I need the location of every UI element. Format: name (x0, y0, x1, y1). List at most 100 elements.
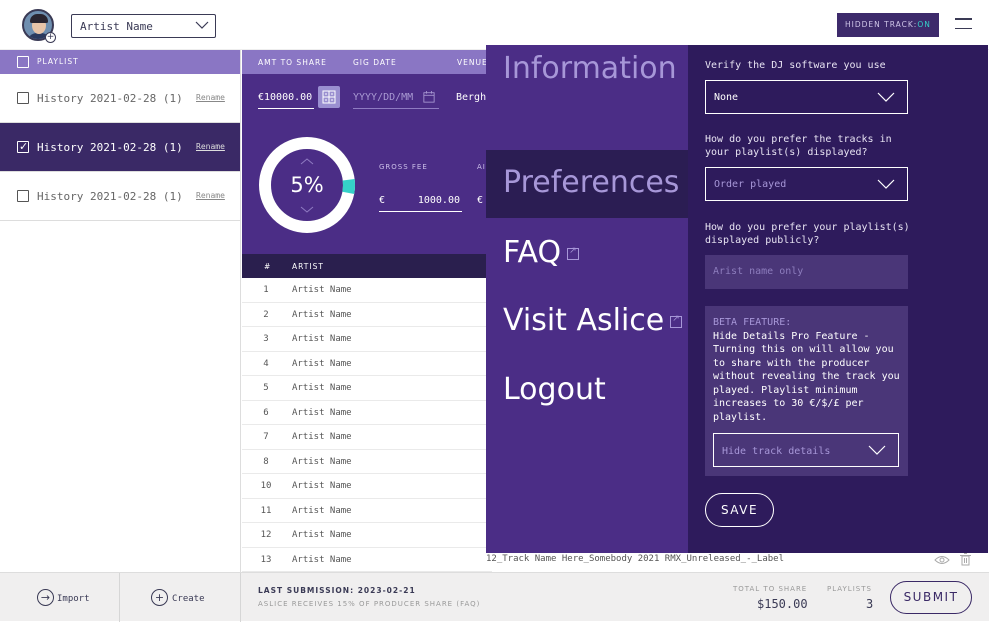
preferences-panel: Verify the DJ software you use None How … (688, 45, 988, 553)
chevron-down-icon (877, 179, 895, 189)
track-row[interactable]: 8 Artist Name (242, 450, 492, 474)
track-list: 1 Artist Name 2 Artist Name 3 Artist Name 4 Art… (242, 278, 492, 572)
track-number: 12 (260, 530, 272, 540)
public-display-select[interactable]: Arist name only (705, 255, 908, 289)
chevron-down-icon (195, 21, 209, 29)
import-button[interactable]: → Import (0, 573, 120, 622)
menu-preferences[interactable]: Preferences (503, 165, 679, 200)
arrow-right-icon: → (37, 589, 54, 606)
artist-select[interactable]: Artist Name (71, 14, 216, 38)
menu-visit-label: Visit Aslice (503, 303, 665, 338)
share-percent-value: 5% (290, 173, 324, 197)
track-row[interactable]: 12 Artist Name (242, 523, 492, 548)
track-row[interactable]: 6 Artist Name (242, 401, 492, 425)
track-row[interactable]: 2 Artist Name (242, 303, 492, 327)
currency-symbol: € (477, 195, 484, 206)
save-button[interactable]: SAVE (705, 493, 774, 527)
playlists-count-label: PLAYLISTS (827, 585, 872, 593)
playlist-header-label: PLAYLIST (37, 57, 79, 66)
increase-arrow-icon[interactable] (300, 158, 314, 165)
chevron-down-icon (877, 92, 895, 102)
playlist-row[interactable]: History 2021-02-28 (1) Rename (0, 123, 240, 172)
dj-software-select[interactable]: None (705, 80, 908, 114)
track-number: 4 (263, 358, 269, 369)
currency-symbol: € (379, 195, 386, 206)
playlist-checkbox[interactable] (17, 92, 29, 104)
trash-icon[interactable] (960, 553, 971, 566)
track-row[interactable]: 13 Artist Name (242, 548, 492, 572)
create-button[interactable]: + Create (121, 573, 241, 622)
decrease-arrow-icon[interactable] (300, 206, 314, 213)
total-to-share-value: $150.00 (757, 597, 808, 611)
menu-faq[interactable]: FAQ (503, 235, 580, 270)
track-artist: Artist Name (292, 407, 352, 418)
dj-software-value: None (714, 92, 739, 103)
track-table-header: # ARTIST (242, 254, 492, 278)
eye-icon[interactable] (934, 555, 950, 565)
track-row[interactable]: 11 Artist Name (242, 499, 492, 523)
track-artist: Artist Name (292, 481, 352, 491)
playlists-count-value: 3 (866, 597, 874, 611)
select-all-checkbox[interactable] (17, 56, 29, 68)
track-artist: Artist Name (292, 285, 352, 295)
gross-fee-value: 1000.00 (417, 195, 460, 206)
beta-feature-text: Hide Details Pro Feature - Turning this … (713, 330, 900, 423)
beta-feature-label: BETA FEATURE: (713, 317, 792, 328)
track-order-select[interactable]: Order played (705, 167, 908, 201)
track-number: 10 (260, 481, 272, 491)
track-row[interactable]: 1 Artist Name (242, 278, 492, 303)
venue-column-label: VENUE (457, 58, 488, 67)
aslice-share-note: ASLICE RECEIVES 15% OF PRODUCER SHARE (F… (258, 600, 481, 608)
venue-input[interactable]: Bergh (456, 92, 486, 103)
track-number: 7 (263, 432, 269, 442)
playlist-row[interactable]: History 2021-02-28 (1) Rename (0, 74, 240, 123)
gross-fee-input[interactable]: € 1000.00 (379, 195, 462, 212)
track-row[interactable]: 5 Artist Name (242, 376, 492, 401)
share-panel: €10000.00 YYYY/DD/MM Bergh 5% GROSS FEE … (242, 74, 492, 254)
footer-bar: → Import + Create LAST SUBMISSION: 2023-… (0, 572, 989, 622)
public-display-question: How do you prefer your playlist(s) displ… (705, 222, 910, 246)
amount-input[interactable]: €10000.00 (258, 92, 314, 109)
calendar-icon[interactable] (423, 91, 435, 103)
menu-logout[interactable]: Logout (503, 372, 606, 407)
hidden-track-state: ON (917, 20, 931, 29)
playlist-row[interactable]: History 2021-02-28 (1) Rename (0, 172, 240, 221)
track-row[interactable]: 3 Artist Name (242, 327, 492, 352)
track-artist: Artist Name (292, 358, 352, 369)
top-bar: + Artist Name HIDDEN TRACK:ON (0, 0, 989, 50)
plus-icon: + (151, 589, 168, 606)
track-order-value: Order played (714, 179, 787, 190)
public-display-value: Arist name only (713, 266, 804, 277)
playlist-name: History 2021-02-28 (1) (37, 92, 183, 105)
track-row[interactable]: 10 Artist Name (242, 474, 492, 499)
share-columns-header: AMT TO SHARE GIG DATE VENUE (242, 50, 492, 74)
num-column-label: # (264, 262, 272, 271)
playlist-checkbox[interactable] (17, 140, 29, 153)
rename-link[interactable]: Rename (196, 93, 225, 102)
hidden-track-toggle[interactable]: HIDDEN TRACK:ON (837, 13, 939, 37)
playlist-header: PLAYLIST (0, 50, 240, 74)
external-link-icon (567, 246, 580, 260)
hamburger-menu-icon[interactable] (955, 18, 972, 30)
rename-link[interactable]: Rename (196, 191, 225, 200)
playlist-name: History 2021-02-28 (1) (37, 141, 183, 154)
track-artist: Artist Name (292, 530, 352, 540)
track-number: 5 (263, 383, 269, 393)
hide-track-details-value: Hide track details (722, 446, 831, 457)
last-submission: LAST SUBMISSION: 2023-02-21 (258, 586, 416, 595)
track-name: 12_Track Name Here_Somebody 2021 RMX_Unr… (486, 554, 785, 564)
menu-visit-aslice[interactable]: Visit Aslice (503, 303, 683, 338)
track-row[interactable]: 4 Artist Name (242, 352, 492, 376)
track-row[interactable]: 7 Artist Name (242, 425, 492, 450)
track-number: 11 (260, 505, 272, 516)
menu-information[interactable]: Information (503, 51, 677, 86)
hide-track-details-select[interactable]: Hide track details (713, 433, 899, 467)
chevron-down-icon (868, 445, 886, 455)
calculator-icon[interactable] (318, 86, 340, 108)
rename-link[interactable]: Rename (196, 142, 225, 151)
submit-button[interactable]: SUBMIT (890, 581, 972, 614)
add-avatar-icon[interactable]: + (45, 32, 56, 43)
playlist-checkbox[interactable] (17, 190, 29, 202)
playlist-panel: PLAYLIST History 2021-02-28 (1) Rename H… (0, 50, 241, 572)
create-label: Create (172, 594, 205, 604)
